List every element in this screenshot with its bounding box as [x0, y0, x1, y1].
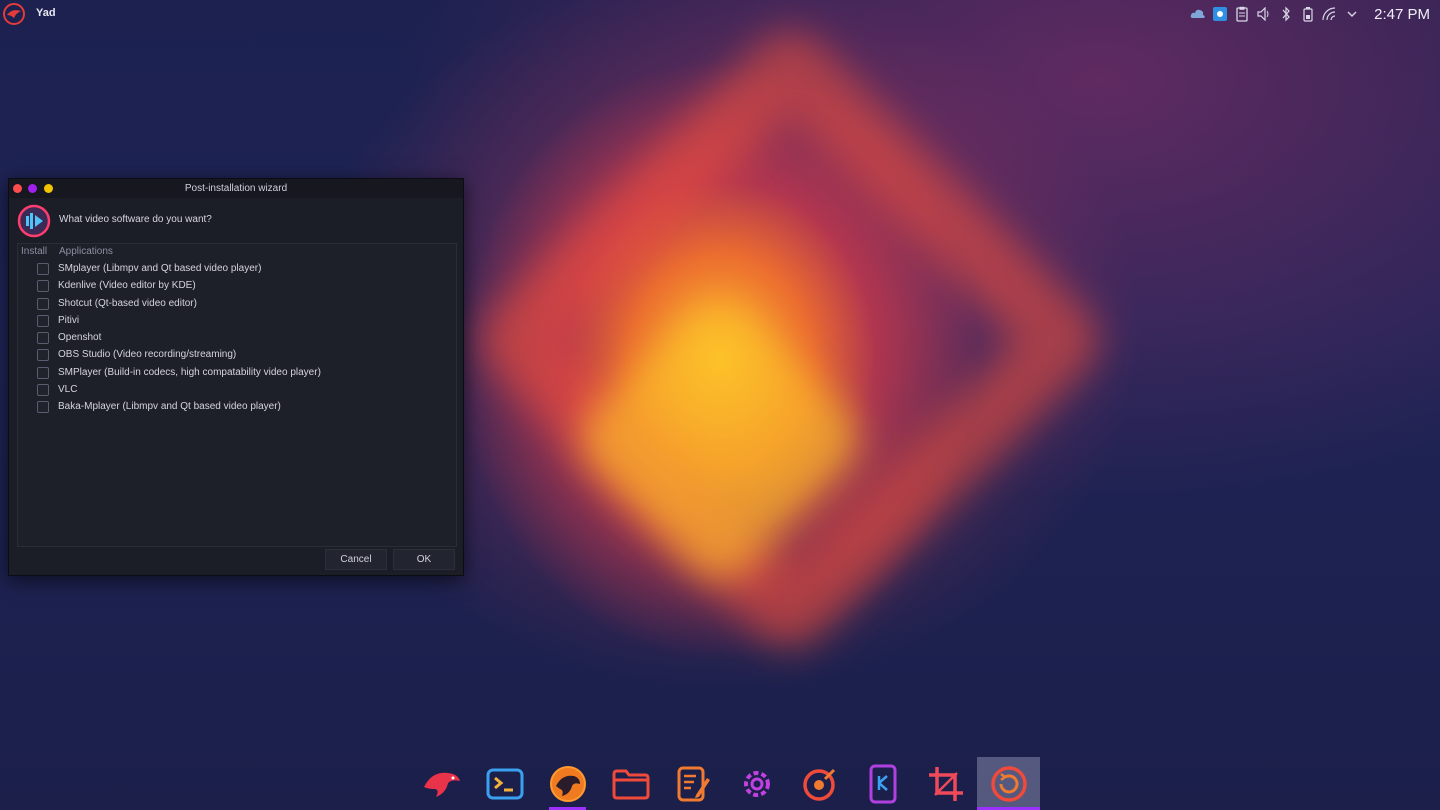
app-label: SMplayer (Libmpv and Qt based video play… [58, 263, 262, 274]
dock-item-eagle[interactable] [410, 757, 473, 810]
list-item[interactable]: SMPlayer (Build-in codecs, high compatab… [18, 364, 456, 381]
screenshot-icon[interactable] [1212, 6, 1228, 22]
app-label: Openshot [58, 332, 102, 344]
app-label: Kdenlive (Video editor by KDE) [58, 280, 196, 292]
music-icon [802, 768, 835, 801]
app-label: Shotcut (Qt-based video editor) [58, 297, 197, 309]
install-checkbox[interactable] [37, 297, 49, 310]
video-software-icon [17, 204, 51, 238]
install-checkbox[interactable] [37, 366, 49, 379]
list-item[interactable]: OBS Studio (Video recording/streaming) [18, 346, 456, 363]
dock-item-music[interactable] [788, 757, 851, 810]
install-checkbox[interactable] [37, 384, 49, 397]
app-label: Pitivi [58, 314, 80, 326]
install-checkbox[interactable] [37, 314, 49, 327]
install-checkbox[interactable] [37, 332, 49, 345]
settings-icon [743, 770, 770, 797]
battery-icon[interactable] [1300, 6, 1316, 22]
kde-connect-icon [869, 764, 896, 803]
bluetooth-icon[interactable] [1278, 6, 1294, 22]
window-title: Post-installation wizard [184, 183, 288, 194]
cancel-button[interactable]: Cancel [325, 549, 387, 570]
list-item[interactable]: SMplayer (Libmpv and Qt based video play… [18, 260, 456, 277]
system-tray: 2:47 PM [1190, 0, 1430, 28]
install-checkbox[interactable] [37, 263, 49, 275]
dock-item-crop[interactable] [914, 757, 977, 810]
update-icon [990, 765, 1027, 802]
list-item[interactable]: Pitivi [18, 312, 456, 329]
terminal-icon [486, 768, 523, 799]
dock-item-kde-connect[interactable] [851, 757, 914, 810]
post-install-dialog: Post-installation wizard What video soft… [8, 178, 464, 576]
ok-button[interactable]: OK [393, 549, 455, 570]
dock-item-terminal[interactable] [473, 757, 536, 810]
question-text: What video software do you want? [59, 214, 212, 225]
list-item[interactable]: VLC [18, 381, 456, 398]
cloud-icon[interactable] [1190, 6, 1206, 22]
dock-item-browser[interactable] [536, 757, 599, 810]
list-item[interactable]: Shotcut (Qt-based video editor) [18, 295, 456, 312]
active-app-name: Yad [36, 7, 56, 19]
wallpaper-shape [464, 14, 1116, 666]
column-applications[interactable]: Applications [59, 246, 113, 257]
eagle-icon [423, 772, 460, 797]
wifi-icon[interactable] [1322, 6, 1338, 22]
garuda-logo-icon[interactable] [2, 2, 26, 26]
dock [410, 757, 1040, 810]
clock[interactable]: 2:47 PM [1374, 6, 1430, 23]
folder-icon [612, 769, 649, 799]
list-header: Install Applications [18, 244, 456, 260]
chevron-down-icon[interactable] [1344, 6, 1360, 22]
list-item[interactable]: Kdenlive (Video editor by KDE) [18, 277, 456, 294]
list-item[interactable]: Baka-Mplayer (Libmpv and Qt based video … [18, 398, 456, 415]
crop-icon [928, 766, 963, 801]
window-titlebar[interactable]: Post-installation wizard [9, 179, 463, 198]
install-checkbox[interactable] [37, 280, 49, 293]
text-editor-icon [677, 766, 710, 801]
app-label: VLC [58, 384, 78, 396]
clipboard-icon[interactable] [1234, 6, 1250, 22]
install-checkbox[interactable] [37, 401, 49, 414]
dock-item-files[interactable] [599, 757, 662, 810]
app-label: SMPlayer (Build-in codecs, high compatab… [58, 366, 321, 378]
volume-icon[interactable] [1256, 6, 1272, 22]
dock-item-editor[interactable] [662, 757, 725, 810]
question-header: What video software do you want? [9, 198, 463, 242]
app-label: Baka-Mplayer (Libmpv and Qt based video … [58, 401, 281, 413]
browser-icon [549, 765, 586, 802]
column-install[interactable]: Install [21, 246, 47, 257]
install-checkbox[interactable] [37, 349, 49, 362]
application-list: Install Applications SMplayer (Libmpv an… [17, 243, 457, 547]
dock-item-settings[interactable] [725, 757, 788, 810]
app-label: OBS Studio (Video recording/streaming) [58, 349, 237, 361]
list-item[interactable]: Openshot [18, 329, 456, 346]
top-panel: Yad 2:47 PM [0, 0, 1440, 28]
dock-item-update[interactable] [977, 757, 1040, 810]
